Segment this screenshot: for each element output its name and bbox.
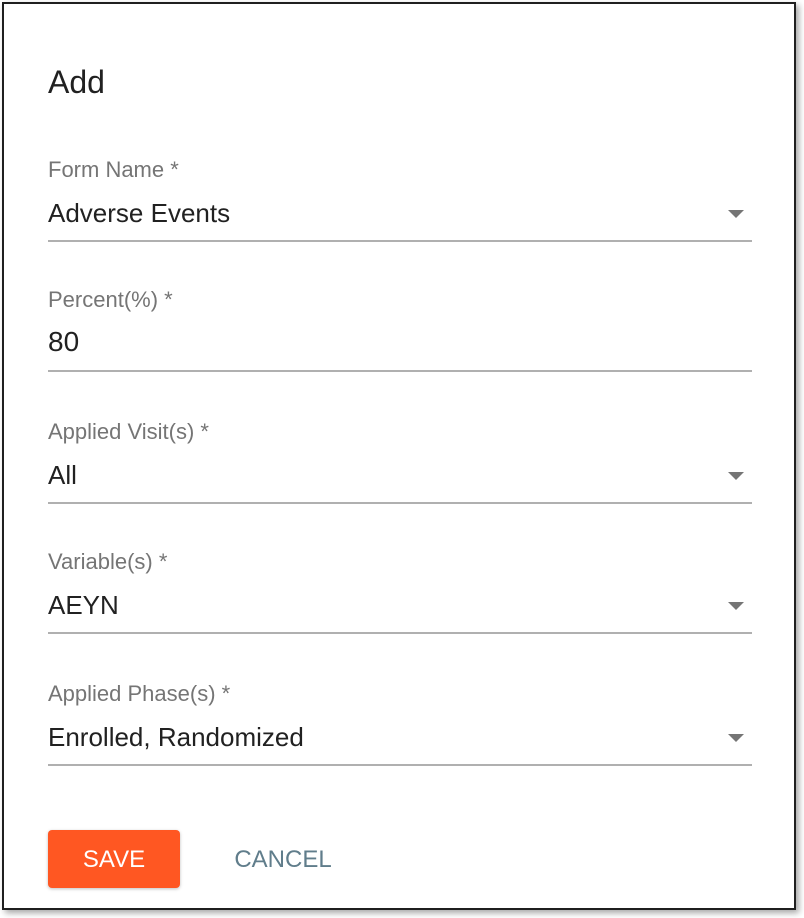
percent-label: Percent(%) * <box>48 287 173 312</box>
percent-input[interactable] <box>48 324 688 360</box>
chevron-down-icon[interactable] <box>728 734 744 742</box>
variables-label: Variable(s) * <box>48 549 168 574</box>
applied-phases-select[interactable]: Applied Phase(s) * Enrolled, Randomized <box>48 680 752 780</box>
percent-field[interactable]: Percent(%) * <box>48 286 752 386</box>
applied-visits-value: All <box>48 460 77 490</box>
applied-phases-underline <box>48 764 752 766</box>
variables-select[interactable]: Variable(s) * AEYN <box>48 548 752 648</box>
form-name-select[interactable]: Form Name * Adverse Events <box>48 156 752 256</box>
cancel-button[interactable]: CANCEL <box>208 830 358 888</box>
chevron-down-icon[interactable] <box>728 472 744 480</box>
chevron-down-icon[interactable] <box>728 210 744 218</box>
applied-visits-underline <box>48 502 752 504</box>
form-name-underline <box>48 240 752 242</box>
applied-phases-label: Applied Phase(s) * <box>48 681 231 706</box>
form-name-label: Form Name * <box>48 157 179 182</box>
applied-visits-label: Applied Visit(s) * <box>48 419 209 444</box>
chevron-down-icon[interactable] <box>728 602 744 610</box>
applied-phases-value: Enrolled, Randomized <box>48 722 304 752</box>
form-name-value: Adverse Events <box>48 198 231 228</box>
variables-value: AEYN <box>48 590 119 620</box>
dialog-title: Add <box>48 64 105 100</box>
variables-underline <box>48 632 752 634</box>
save-button[interactable]: SAVE <box>48 830 180 888</box>
add-dialog: Add Form Name * Adverse Events Percent(%… <box>2 2 796 910</box>
applied-visits-select[interactable]: Applied Visit(s) * All <box>48 418 752 518</box>
percent-underline <box>48 370 752 372</box>
